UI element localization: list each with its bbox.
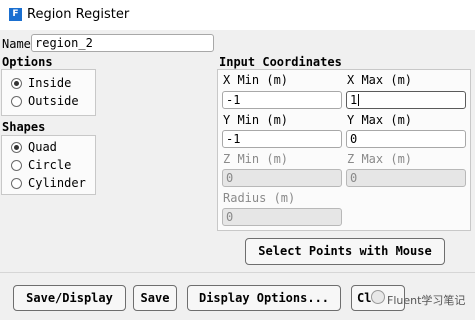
x-min-label: X Min (m) bbox=[223, 73, 289, 87]
radio-inside[interactable] bbox=[11, 77, 22, 89]
name-label: Name bbox=[2, 37, 31, 51]
options-group: Inside Outside bbox=[1, 69, 96, 116]
option-inside-label: Inside bbox=[28, 76, 72, 90]
shapes-header: Shapes bbox=[2, 120, 46, 134]
shape-cylinder[interactable]: Cylinder bbox=[11, 176, 86, 190]
x-max-value: 1 bbox=[350, 93, 358, 107]
shapes-group: Quad Circle Cylinder bbox=[1, 135, 96, 195]
x-max-input[interactable]: 1 bbox=[346, 91, 466, 109]
radius-input: 0 bbox=[222, 208, 342, 226]
watermark: Fluent学习笔记 bbox=[387, 294, 466, 307]
y-max-label: Y Max (m) bbox=[347, 113, 413, 127]
radio-circle[interactable] bbox=[11, 159, 22, 171]
separator bbox=[0, 272, 475, 273]
radio-quad[interactable] bbox=[11, 141, 22, 153]
z-max-label: Z Max (m) bbox=[347, 152, 413, 166]
name-input[interactable]: region_2 bbox=[31, 34, 214, 52]
radio-cylinder[interactable] bbox=[11, 177, 22, 189]
display-options-button[interactable]: Display Options... bbox=[187, 285, 341, 311]
x-min-input[interactable]: -1 bbox=[222, 91, 342, 109]
shape-quad[interactable]: Quad bbox=[11, 140, 57, 154]
app-icon: F bbox=[9, 8, 22, 21]
select-points-button[interactable]: Select Points with Mouse bbox=[245, 238, 445, 265]
y-max-input[interactable]: 0 bbox=[346, 130, 466, 148]
options-header: Options bbox=[2, 55, 53, 69]
radio-outside[interactable] bbox=[11, 95, 22, 107]
shape-circle-label: Circle bbox=[28, 158, 72, 172]
shape-circle[interactable]: Circle bbox=[11, 158, 71, 172]
save-display-button[interactable]: Save/Display bbox=[13, 285, 126, 311]
shape-quad-label: Quad bbox=[28, 140, 57, 154]
window-title: Region Register bbox=[27, 7, 130, 22]
y-min-label: Y Min (m) bbox=[223, 113, 289, 127]
y-min-input[interactable]: -1 bbox=[222, 130, 342, 148]
option-outside[interactable]: Outside bbox=[11, 94, 79, 108]
option-outside-label: Outside bbox=[28, 94, 79, 108]
x-max-label: X Max (m) bbox=[347, 73, 413, 87]
z-min-label: Z Min (m) bbox=[223, 152, 289, 166]
radius-label: Radius (m) bbox=[223, 191, 296, 205]
shape-cylinder-label: Cylinder bbox=[28, 176, 86, 190]
option-inside[interactable]: Inside bbox=[11, 76, 71, 90]
z-max-input: 0 bbox=[346, 169, 466, 187]
text-caret bbox=[358, 94, 360, 106]
z-min-input: 0 bbox=[222, 169, 342, 187]
save-button[interactable]: Save bbox=[133, 285, 177, 311]
watermark-logo-icon bbox=[371, 290, 385, 304]
coords-header: Input Coordinates bbox=[219, 55, 342, 69]
